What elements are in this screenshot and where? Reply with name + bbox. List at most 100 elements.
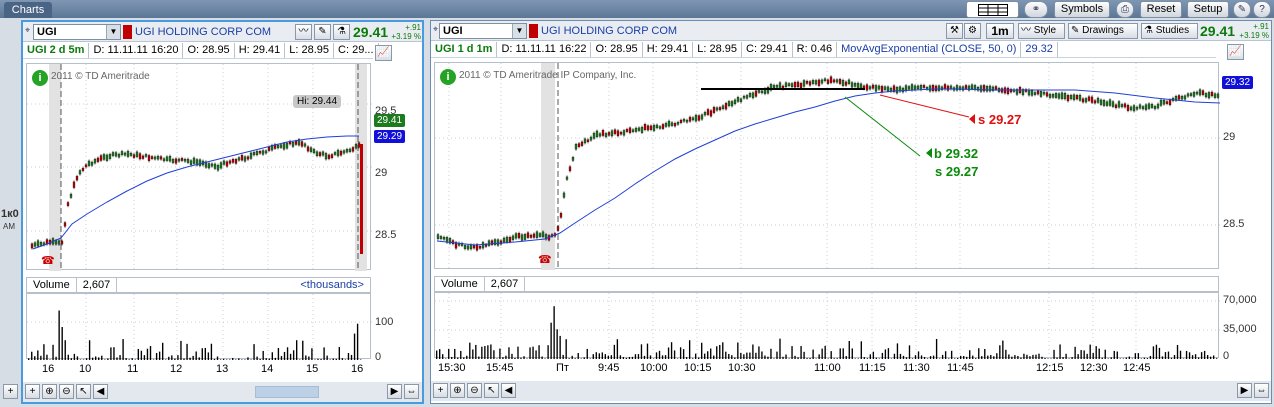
- candle-body: [931, 85, 935, 92]
- volume-bar: [1149, 355, 1152, 359]
- right-price-plot[interactable]: i 2011 © TD Ameritrade IP Company, Inc. …: [434, 62, 1220, 270]
- volume-bar: [821, 348, 823, 359]
- volume-bar: [344, 359, 347, 360]
- candle-body: [934, 85, 938, 92]
- candle-body: [1168, 99, 1172, 106]
- left-change-pct: +3.19 %: [391, 32, 421, 41]
- pin-icon[interactable]: ⌖: [433, 24, 438, 35]
- volume-bar: [944, 351, 947, 359]
- charts-tab[interactable]: Charts: [4, 2, 52, 18]
- left-info-label[interactable]: UGI 2 d 5m: [23, 43, 90, 58]
- candle-body: [228, 160, 232, 164]
- volume-bar: [1197, 357, 1200, 359]
- candle-body: [826, 79, 830, 84]
- studies-button[interactable]: ⚗ Studies: [1141, 23, 1198, 39]
- buy-annotation[interactable]: b 29.32: [934, 146, 978, 161]
- setup-button[interactable]: Setup: [1187, 1, 1229, 18]
- volume-bar: [640, 344, 643, 359]
- candle-body: [231, 159, 235, 163]
- candle-body: [928, 85, 932, 92]
- volume-bar: [143, 355, 146, 360]
- style-icon[interactable]: 〰: [295, 24, 312, 40]
- scroll-left-icon[interactable]: ◀: [93, 384, 108, 399]
- left-price-plot[interactable]: i 2011 © TD Ameritrade Hi: 29.44 ☎: [26, 63, 372, 271]
- volume-bar: [1170, 357, 1173, 359]
- candle-body: [592, 132, 596, 139]
- right-info-label[interactable]: UGI 1 d 1m: [431, 42, 498, 57]
- volume-bar: [186, 343, 188, 360]
- earnings-phone-icon[interactable]: ☎: [538, 253, 552, 266]
- layout-grid-button[interactable]: [966, 1, 1019, 18]
- tools-icon[interactable]: ✎: [1233, 1, 1251, 18]
- earnings-phone-icon[interactable]: ☎: [41, 254, 55, 267]
- alert-flag-icon[interactable]: [123, 25, 132, 39]
- candle-body: [81, 168, 85, 171]
- style-button[interactable]: 〰 Style: [1018, 23, 1065, 39]
- settings-icon[interactable]: ⚙: [964, 23, 981, 39]
- left-scroll-thumb[interactable]: [255, 386, 319, 398]
- pointer-icon[interactable]: ↖: [76, 384, 91, 399]
- alert-flag-icon[interactable]: [529, 24, 538, 38]
- help-icon[interactable]: ?: [1253, 1, 1271, 18]
- candle-body: [655, 124, 659, 129]
- volume-bar: [1113, 350, 1115, 359]
- volume-bar: [259, 358, 261, 360]
- candle-body: [294, 140, 298, 145]
- pointer-icon[interactable]: ↖: [484, 383, 499, 398]
- right-symbol-selector[interactable]: UGI ▼: [439, 23, 527, 39]
- chart-type-icon[interactable]: 📈: [375, 45, 392, 61]
- expand-icon[interactable]: ⇔: [404, 384, 419, 399]
- crosshair-icon[interactable]: +: [433, 383, 448, 398]
- studies-icon[interactable]: ⚗: [333, 24, 350, 40]
- right-study-name[interactable]: MovAvgExponential (CLOSE, 50, 0): [837, 42, 1022, 57]
- volume-bar: [174, 358, 176, 360]
- info-icon[interactable]: i: [32, 70, 48, 86]
- reset-button[interactable]: Reset: [1140, 1, 1182, 18]
- sell-green-annotation[interactable]: s 29.27: [935, 164, 978, 179]
- candle-body: [189, 160, 193, 165]
- candle-body: [159, 156, 163, 160]
- expand-icon[interactable]: ⇔: [1254, 383, 1269, 398]
- add-chart-icon[interactable]: +: [3, 384, 18, 399]
- chevron-down-icon[interactable]: ▼: [106, 25, 120, 39]
- volume-bar: [559, 335, 561, 359]
- link-icon[interactable]: ⚭: [1024, 1, 1048, 18]
- volume-bar: [1047, 358, 1049, 359]
- info-icon[interactable]: i: [440, 69, 456, 85]
- scroll-right-icon[interactable]: ▶: [387, 384, 402, 399]
- candle-body: [153, 156, 157, 160]
- zoom-out-icon[interactable]: ⊖: [467, 383, 482, 398]
- tools-icon[interactable]: ⚒: [946, 23, 963, 39]
- drawing-pen-icon[interactable]: ✎: [314, 24, 331, 40]
- scroll-right-icon[interactable]: ▶: [1237, 383, 1252, 398]
- interval-button[interactable]: 1m: [986, 23, 1014, 39]
- volume-bar: [550, 322, 552, 359]
- volume-bar: [860, 341, 862, 359]
- volume-bar: [1122, 358, 1124, 359]
- zoom-in-icon[interactable]: ⊕: [42, 384, 57, 399]
- candle-body: [1147, 103, 1151, 109]
- crosshair-icon[interactable]: +: [25, 384, 40, 399]
- volume-bar: [517, 346, 519, 359]
- left-volume-plot[interactable]: [26, 293, 372, 360]
- print-icon[interactable]: ⎙: [1116, 1, 1134, 18]
- zoom-in-icon[interactable]: ⊕: [450, 383, 465, 398]
- zoom-out-icon[interactable]: ⊖: [59, 384, 74, 399]
- candle-body: [844, 81, 848, 86]
- volume-bar: [872, 351, 875, 359]
- drawings-button[interactable]: ✎ Drawings: [1068, 23, 1138, 39]
- candle-body: [514, 233, 518, 239]
- volume-bar: [526, 358, 528, 359]
- candle-body: [111, 152, 115, 156]
- pin-icon[interactable]: ⌖: [25, 25, 30, 36]
- sell-red-annotation[interactable]: s 29.27: [978, 112, 1021, 127]
- left-symbol-selector[interactable]: UGI ▼: [33, 24, 121, 40]
- right-volume-plot[interactable]: [434, 292, 1220, 359]
- volume-bar: [797, 357, 799, 359]
- volume-bar: [302, 340, 304, 360]
- candle-body: [442, 237, 446, 240]
- chevron-down-icon[interactable]: ▼: [512, 24, 526, 38]
- symbols-button[interactable]: Symbols: [1054, 1, 1110, 18]
- chart-type-icon[interactable]: 📈: [1227, 44, 1244, 60]
- scroll-left-icon[interactable]: ◀: [501, 383, 516, 398]
